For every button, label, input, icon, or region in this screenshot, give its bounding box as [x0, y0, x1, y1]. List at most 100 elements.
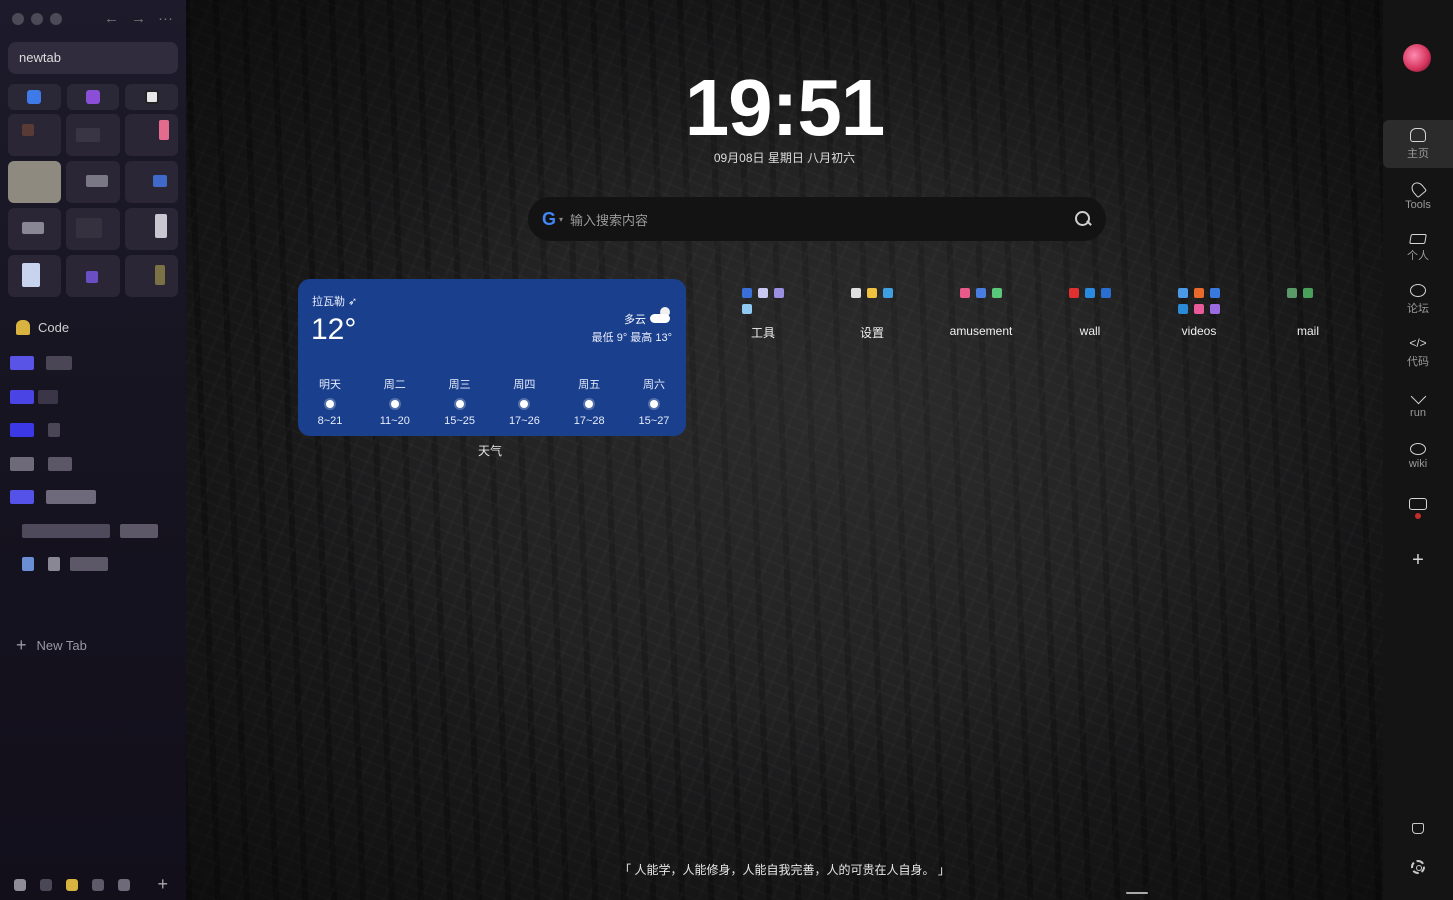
wrench-icon — [1408, 179, 1428, 198]
folder-icon[interactable] — [118, 878, 130, 891]
group-label: videos — [1181, 324, 1217, 338]
rail-item-code[interactable]: </> 代码 — [1383, 328, 1453, 376]
favorite-tile[interactable] — [8, 114, 62, 156]
forecast-day-label: 周三 — [448, 379, 471, 391]
pinned-tabs — [8, 84, 179, 110]
group-amusement[interactable]: amusement — [936, 284, 1026, 344]
robot-icon — [1412, 823, 1424, 834]
favorite-tile[interactable] — [8, 161, 62, 203]
new-tab-label: New Tab — [36, 637, 87, 653]
tab-title — [22, 523, 110, 538]
tab-item[interactable] — [10, 453, 176, 475]
tab-title — [48, 557, 60, 571]
search-bar[interactable]: G ▾ 输入搜索内容 — [528, 197, 1106, 241]
new-tab-button[interactable]: + New Tab — [16, 636, 87, 654]
group-wall[interactable]: wall — [1045, 284, 1135, 344]
more-icon[interactable]: ··· — [158, 10, 173, 27]
pinned-tab[interactable] — [66, 84, 120, 110]
back-arrow-icon[interactable]: ← — [104, 10, 119, 27]
settings-button[interactable] — [1383, 860, 1453, 879]
minimize-window-button[interactable] — [31, 13, 43, 25]
favorite-tile[interactable] — [66, 161, 120, 203]
tab-item[interactable] — [10, 553, 176, 575]
favorite-icon — [22, 124, 34, 136]
search-icon[interactable] — [1074, 210, 1092, 228]
favorite-icon — [22, 263, 40, 287]
rail-item-wiki[interactable]: wiki — [1383, 432, 1453, 480]
tab-title — [46, 490, 96, 504]
assistant-button[interactable] — [1383, 821, 1453, 839]
space-icon[interactable] — [40, 878, 52, 891]
tab-item[interactable] — [10, 386, 176, 408]
favorite-tile[interactable] — [124, 255, 178, 297]
favorite-tile[interactable] — [66, 208, 120, 250]
rail-item-personal[interactable]: 个人 — [1383, 224, 1453, 272]
rail-label: 代码 — [1407, 355, 1429, 368]
window-controls — [12, 13, 62, 25]
app-icon — [86, 90, 100, 104]
forecast-day: 周三 15~25 — [440, 376, 480, 427]
forward-arrow-icon[interactable]: → — [131, 10, 146, 27]
add-category-button[interactable]: + — [1383, 549, 1453, 572]
group-tools[interactable]: 工具 — [718, 284, 808, 344]
group-settings[interactable]: 设置 — [827, 284, 917, 344]
group-icons — [718, 284, 808, 324]
rail-item-run[interactable]: run — [1383, 380, 1453, 428]
avatar[interactable] — [1403, 44, 1431, 72]
favicon-icon — [10, 389, 34, 404]
sidebar: ← → ··· newtab Code + New Tab + — [0, 0, 186, 900]
pinned-tab[interactable] — [8, 84, 61, 110]
address-bar[interactable]: newtab — [8, 42, 178, 74]
google-icon[interactable]: G — [542, 209, 556, 230]
group-icons — [1154, 284, 1244, 324]
add-space-icon[interactable]: + — [157, 874, 168, 895]
lock-icon[interactable] — [66, 878, 78, 891]
favorite-tile[interactable] — [8, 255, 62, 297]
tab-title — [48, 456, 72, 471]
sun-icon — [647, 397, 661, 411]
gear-icon — [1411, 860, 1425, 874]
group-icons — [1045, 284, 1135, 324]
favorite-tile[interactable] — [66, 114, 120, 156]
space-icon[interactable] — [92, 878, 104, 891]
sun-icon — [323, 397, 337, 411]
weather-widget[interactable]: 拉瓦勒 ➶ 12° 多云 最低 9° 最高 13° 明天 8~21 周二 11~… — [298, 279, 686, 436]
shortcut-icon — [1194, 288, 1204, 298]
group-videos[interactable]: videos — [1154, 284, 1244, 344]
rail-item-forum[interactable]: 论坛 — [1383, 276, 1453, 324]
favicon-icon — [10, 456, 34, 471]
tab-title — [70, 557, 108, 571]
trash-icon[interactable] — [14, 878, 26, 891]
shortcut-icon — [1210, 304, 1220, 314]
group-label: amusement — [949, 324, 1013, 338]
forecast-day-label: 周四 — [513, 379, 536, 391]
favorite-tile[interactable] — [66, 255, 120, 297]
folder-code[interactable]: Code — [16, 320, 69, 335]
favorite-icon — [154, 265, 165, 285]
favorite-tile[interactable] — [124, 208, 178, 250]
rail-item-games[interactable] — [1383, 484, 1453, 532]
page-indicator[interactable] — [1126, 892, 1148, 894]
tab-item[interactable] — [10, 486, 176, 508]
favorite-tile[interactable] — [8, 208, 62, 250]
pinned-tab[interactable] — [125, 84, 179, 110]
search-input[interactable]: 输入搜索内容 — [570, 210, 1074, 229]
chevron-down-icon[interactable]: ▾ — [559, 215, 563, 224]
date-line: 09月08日 星期日 八月初六 — [713, 151, 856, 165]
favorite-tile[interactable] — [124, 114, 178, 156]
tab-item[interactable] — [10, 419, 176, 441]
shortcut-icon — [1287, 288, 1297, 298]
favorite-tile[interactable] — [124, 161, 178, 203]
forecast-day: 明天 8~21 — [310, 376, 350, 427]
tab-item[interactable] — [10, 352, 176, 374]
favorites-grid — [8, 114, 178, 302]
tab-item[interactable] — [10, 520, 176, 542]
group-mail[interactable]: mail — [1263, 284, 1353, 344]
group-label: 工具 — [750, 326, 775, 340]
rail-item-home[interactable]: 主页 — [1383, 120, 1453, 168]
rail-item-tools[interactable]: Tools — [1383, 172, 1453, 220]
tab-list — [10, 352, 176, 587]
close-window-button[interactable] — [12, 13, 24, 25]
group-icons — [1263, 284, 1353, 324]
maximize-window-button[interactable] — [50, 13, 62, 25]
